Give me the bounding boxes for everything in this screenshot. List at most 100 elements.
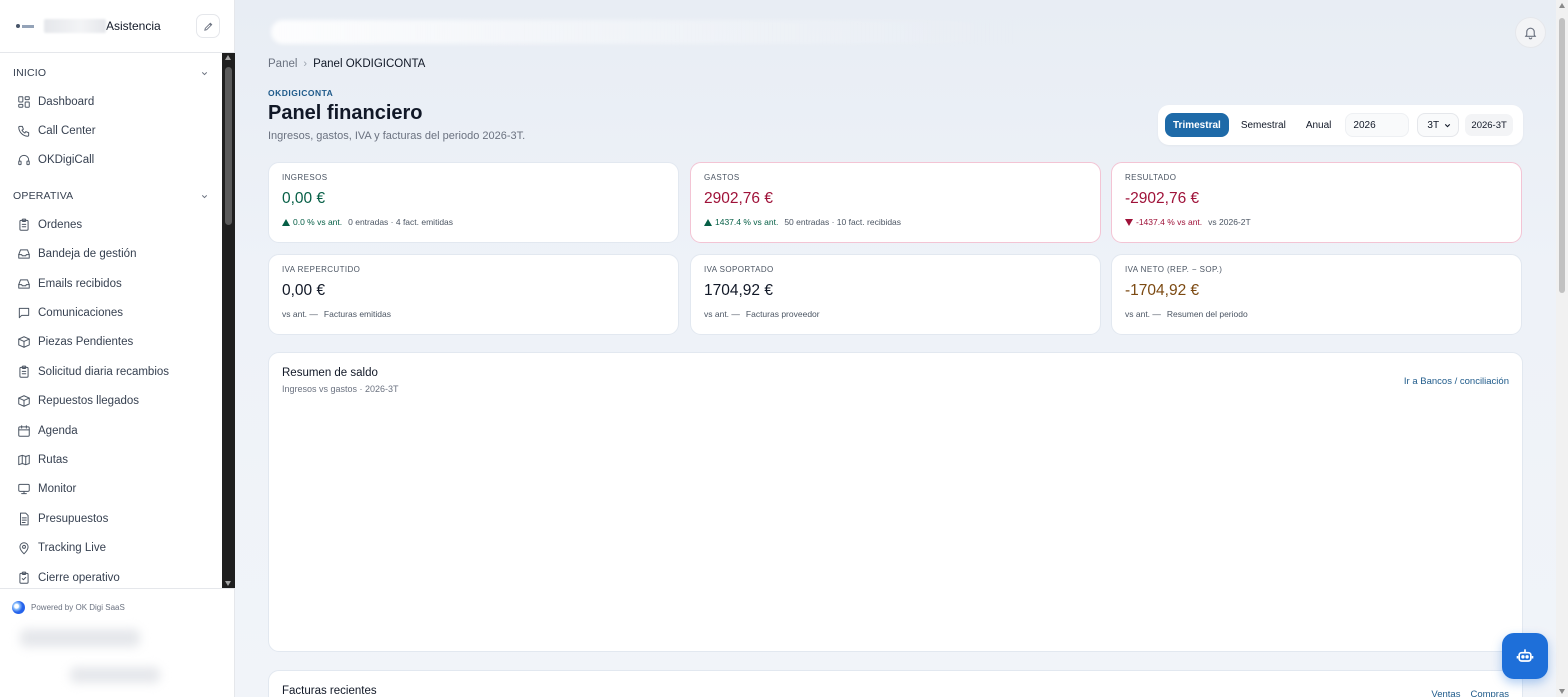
kpi-label: INGRESOS (282, 173, 328, 182)
kpi-value: -2902,76 € (1125, 190, 1200, 207)
kpi-footer: vs ant. — Facturas proveedor (704, 309, 1087, 319)
breadcrumb-root[interactable]: Panel (268, 58, 297, 70)
robot-icon (1516, 649, 1534, 662)
period-trimestral-button[interactable]: Trimestral (1165, 113, 1229, 137)
period-semestral-button[interactable]: Semestral (1233, 113, 1294, 137)
kpi-value: 0,00 € (282, 282, 326, 299)
scroll-down-arrow[interactable] (225, 581, 231, 586)
chevron-down-icon (201, 71, 208, 75)
kpi-footer: 0.0 % vs ant. 0 entradas · 4 fact. emitid… (282, 217, 665, 227)
sidebar-item-call-center[interactable]: Call Center (0, 116, 222, 145)
sidebar-item-label: Emails recibidos (38, 277, 122, 290)
sidebar-item-label: Agenda (38, 424, 78, 437)
kpi-label: IVA SOPORTADO (704, 265, 774, 274)
sidebar-item-comunicaciones[interactable]: Comunicaciones (0, 298, 222, 327)
sidebar-scrollbar[interactable] (222, 53, 235, 588)
sidebar-item-bandeja-de-gestión[interactable]: Bandeja de gestión (0, 240, 222, 269)
monitor-icon (17, 482, 31, 496)
brand-name-redacted (44, 19, 106, 33)
kpi-trend: vs ant. — (282, 309, 318, 319)
sidebar-item-repuestos-llegados[interactable]: Repuestos llegados (0, 387, 222, 416)
sidebar-item-presupuestos[interactable]: Presupuestos (0, 504, 222, 533)
kpi-card-ingresos: INGRESOS 0,00 € 0.0 % vs ant. 0 entradas · … (268, 162, 679, 243)
period-anual-button[interactable]: Anual (1298, 113, 1340, 137)
sidebar-item-cierre-operativo[interactable]: Cierre operativo (0, 563, 222, 588)
page-scroll-up-arrow[interactable] (1559, 3, 1565, 8)
year-input[interactable]: 2026 (1345, 113, 1410, 137)
chevron-right-icon: › (303, 58, 308, 70)
sidebar-item-solicitud-diaria-recambios[interactable]: Solicitud diaria recambios (0, 357, 222, 386)
kpi-footer: vs ant. — Facturas emitidas (282, 309, 665, 319)
sidebar-item-label: Rutas (38, 453, 69, 466)
bell-icon (1524, 27, 1537, 40)
sidebar-item-piezas-pendientes[interactable]: Piezas Pendientes (0, 328, 222, 357)
sidebar-item-rutas[interactable]: Rutas (0, 445, 222, 474)
page-eyebrow: OKDIGICONTA (268, 88, 334, 98)
sidebar-item-ordenes[interactable]: Ordenes (0, 210, 222, 239)
phone-icon (17, 124, 31, 138)
quarter-select-value: 3T (1427, 119, 1440, 131)
user-name-redacted[interactable] (20, 629, 140, 647)
period-badge: 2026-3T (1465, 114, 1513, 136)
trend-up-icon (282, 218, 290, 226)
brand-header: Asistencia (0, 0, 234, 53)
page-title: Panel financiero (268, 102, 423, 124)
kpi-value: 1704,92 € (704, 282, 773, 299)
pencil-icon (203, 22, 212, 31)
sidebar-item-tracking-live[interactable]: Tracking Live (0, 533, 222, 562)
sidebar-item-dashboard[interactable]: Dashboard (0, 87, 222, 116)
assistant-bot-button[interactable] (1502, 633, 1548, 679)
kpi-footer: vs ant. — Resumen del periodo (1125, 309, 1508, 319)
balance-card-subtitle: Ingresos vs gastos · 2026-3T (282, 384, 399, 394)
sidebar: Asistencia INICIO Dashboard Call Center OKD… (0, 0, 235, 697)
sidebar-item-label: Ordenes (38, 218, 83, 231)
clipboard-icon (17, 218, 31, 232)
sidebar-item-label: Solicitud diaria recambios (38, 365, 170, 378)
recent-invoices-card: Facturas recientes Ventas Compras (268, 670, 1523, 697)
sidebar-item-monitor[interactable]: Monitor (0, 475, 222, 504)
tab-ventas[interactable]: Ventas (1431, 689, 1460, 697)
sidebar-scroll-thumb[interactable] (225, 67, 232, 225)
clipboard-check-icon (17, 571, 31, 585)
page-scroll-thumb[interactable] (1559, 18, 1565, 293)
sidebar-nav: INICIO Dashboard Call Center OKDigiCall OPER… (0, 53, 222, 588)
dashboard-icon (17, 95, 31, 109)
kpi-trend-text: -1437.4 % vs ant. (1136, 217, 1203, 227)
sidebar-item-agenda[interactable]: Agenda (0, 416, 222, 445)
sidebar-item-label: Presupuestos (38, 512, 109, 525)
chevron-down-icon (1444, 123, 1451, 127)
kpi-note: Resumen del periodo (1166, 309, 1248, 319)
sidebar-item-label: Bandeja de gestión (38, 248, 137, 261)
brand-name: Asistencia (106, 19, 161, 33)
inbox-icon (17, 247, 31, 261)
edit-button[interactable] (196, 14, 220, 38)
notifications-button[interactable] (1515, 17, 1546, 48)
scroll-up-arrow[interactable] (225, 55, 231, 60)
banks-reconciliation-link[interactable]: Ir a Bancos / conciliación (1404, 376, 1509, 387)
sidebar-section-operativa[interactable]: OPERATIVA (0, 182, 222, 210)
sidebar-item-okdigicall[interactable]: OKDigiCall (0, 146, 222, 175)
box-icon (17, 335, 31, 349)
kpi-label: GASTOS (704, 173, 740, 182)
sidebar-item-label: OKDigiCall (38, 154, 95, 167)
kpi-note: 0 entradas · 4 fact. emitidas (348, 217, 454, 227)
top-search-bar-redacted[interactable] (271, 20, 1511, 44)
brand-logo (16, 21, 40, 31)
kpi-note: vs 2026-2T (1208, 217, 1251, 227)
sidebar-item-emails-recibidos[interactable]: Emails recibidos (0, 269, 222, 298)
quarter-select[interactable]: 3T (1417, 113, 1460, 137)
sidebar-section-inicio[interactable]: INICIO (0, 59, 222, 87)
kpi-footer: -1437.4 % vs ant. vs 2026-2T (1125, 217, 1508, 227)
box-icon (17, 394, 31, 408)
tab-compras[interactable]: Compras (1470, 689, 1509, 697)
kpi-card-iva-3: IVA REPERCUTIDO 0,00 € vs ant. — Facturas e… (268, 254, 679, 335)
kpi-value: 0,00 € (282, 190, 326, 207)
powered-by-text: Powered by OK Digi SaaS (31, 603, 125, 612)
headset-icon (17, 153, 31, 167)
sidebar-item-label: Piezas Pendientes (38, 336, 134, 349)
page-scrollbar[interactable] (1556, 0, 1568, 697)
sidebar-section-label: OPERATIVA (13, 190, 74, 203)
kpi-trend: vs ant. — (1125, 309, 1161, 319)
page-scroll-down-arrow[interactable] (1559, 689, 1565, 694)
kpi-trend: -1437.4 % vs ant. (1125, 217, 1202, 227)
